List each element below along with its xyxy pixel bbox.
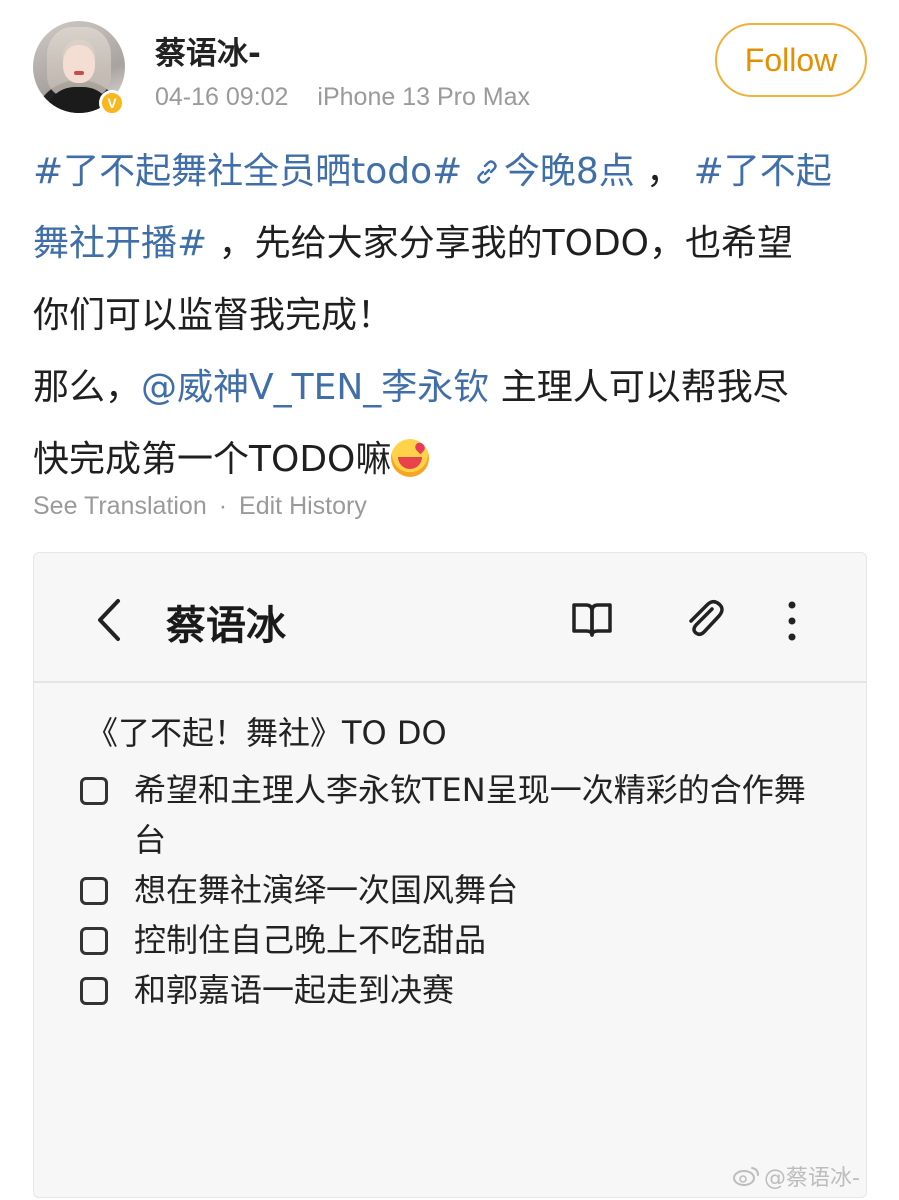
checkbox-icon bbox=[80, 877, 108, 905]
link-icon bbox=[477, 160, 497, 184]
post-text-segment: ， bbox=[634, 151, 694, 192]
post-timestamp: 04-16 09:02 bbox=[155, 83, 289, 111]
reading-mode-icon bbox=[572, 603, 612, 637]
post-meta: 04-16 09:02 iPhone 13 Pro Max bbox=[155, 83, 530, 112]
note-image[interactable]: 蔡语冰 《了不起！舞社》TO DO 希望和主理人李永钦TEN呈现一次精彩的合作舞… bbox=[33, 552, 867, 1198]
action-separator: · bbox=[218, 492, 228, 520]
post-line: 那么，@威神V_TEN_李永钦 主理人可以帮我尽 bbox=[33, 352, 873, 424]
attachment-icon bbox=[689, 600, 724, 637]
todo-item-text: 和郭嘉语一起走到决赛 bbox=[134, 971, 455, 1009]
post-line: 快完成第一个TODO嘛 bbox=[33, 424, 873, 496]
checkbox-icon bbox=[80, 927, 108, 955]
post-line: #了不起舞社全员晒todo# 今晚8点 ， #了不起 bbox=[33, 136, 873, 208]
hugging-face-emoji-icon bbox=[391, 439, 430, 477]
todo-item: 控制住自己晚上不吃甜品 bbox=[80, 915, 814, 965]
edit-history-link[interactable]: Edit History bbox=[239, 492, 367, 520]
watermark-text: @蔡语冰- bbox=[764, 1166, 860, 1191]
more-options-icon bbox=[788, 601, 796, 641]
verified-badge-icon: V bbox=[99, 90, 125, 116]
back-arrow-icon bbox=[98, 599, 120, 641]
web-link[interactable]: 今晚8点 bbox=[504, 151, 635, 192]
post-text-segment: 那么， bbox=[33, 367, 142, 408]
post-line: 你们可以监督我完成！ bbox=[33, 280, 873, 352]
checkbox-icon bbox=[80, 777, 108, 805]
todo-item-text: 想在舞社演绎一次国风舞台 bbox=[134, 871, 519, 909]
weibo-watermark: @蔡语冰- bbox=[732, 1160, 860, 1192]
avatar-lips bbox=[74, 71, 84, 75]
post-text-segment: 快完成第一个TODO嘛 bbox=[33, 439, 392, 480]
post-text-segment: 你们可以监督我完成！ bbox=[33, 295, 394, 336]
post-text-segment: ，先给大家分享我的TODO，也希望 bbox=[207, 223, 793, 264]
note-header: 蔡语冰 bbox=[34, 553, 866, 683]
follow-button[interactable]: Follow bbox=[715, 23, 867, 97]
todo-list: 希望和主理人李永钦TEN呈现一次精彩的合作舞台想在舞社演绎一次国风舞台 控制住自己… bbox=[80, 765, 814, 1015]
checkbox-icon bbox=[80, 977, 108, 1005]
hashtag-link[interactable]: #了不起舞社全员晒todo# bbox=[33, 151, 462, 192]
todo-item: 想在舞社演绎一次国风舞台 bbox=[80, 865, 814, 915]
post-text: #了不起舞社全员晒todo# 今晚8点 ， #了不起 舞社开播# ，先给大家分享我… bbox=[33, 136, 873, 496]
note-body: 《了不起！舞社》TO DO 希望和主理人李永钦TEN呈现一次精彩的合作舞台想在舞… bbox=[80, 711, 814, 1015]
note-title: 蔡语冰 bbox=[166, 603, 286, 649]
post-text-segment: 主理人可以帮我尽 bbox=[489, 367, 789, 408]
todo-item-text: 希望和主理人李永钦TEN呈现一次精彩的合作舞台 bbox=[134, 771, 806, 859]
avatar-face bbox=[63, 45, 95, 83]
hashtag-link[interactable]: #了不起 bbox=[694, 151, 832, 192]
todo-item: 和郭嘉语一起走到决赛 bbox=[80, 965, 814, 1015]
todo-item-text: 控制住自己晚上不吃甜品 bbox=[134, 921, 487, 959]
mention-link[interactable]: @威神V_TEN_李永钦 bbox=[141, 367, 489, 408]
weibo-logo-icon bbox=[733, 1167, 759, 1186]
post-text-segment bbox=[462, 151, 473, 192]
todo-item: 希望和主理人李永钦TEN呈现一次精彩的合作舞台 bbox=[80, 765, 814, 865]
note-heading: 《了不起！舞社》TO DO bbox=[86, 714, 447, 752]
post-actions: See Translation · Edit History bbox=[33, 492, 367, 521]
post-line: 舞社开播# ，先给大家分享我的TODO，也希望 bbox=[33, 208, 873, 280]
username[interactable]: 蔡语冰- bbox=[155, 28, 261, 73]
see-translation-link[interactable]: See Translation bbox=[33, 492, 207, 520]
post-device: iPhone 13 Pro Max bbox=[317, 83, 531, 111]
hashtag-link[interactable]: 舞社开播# bbox=[33, 223, 207, 264]
